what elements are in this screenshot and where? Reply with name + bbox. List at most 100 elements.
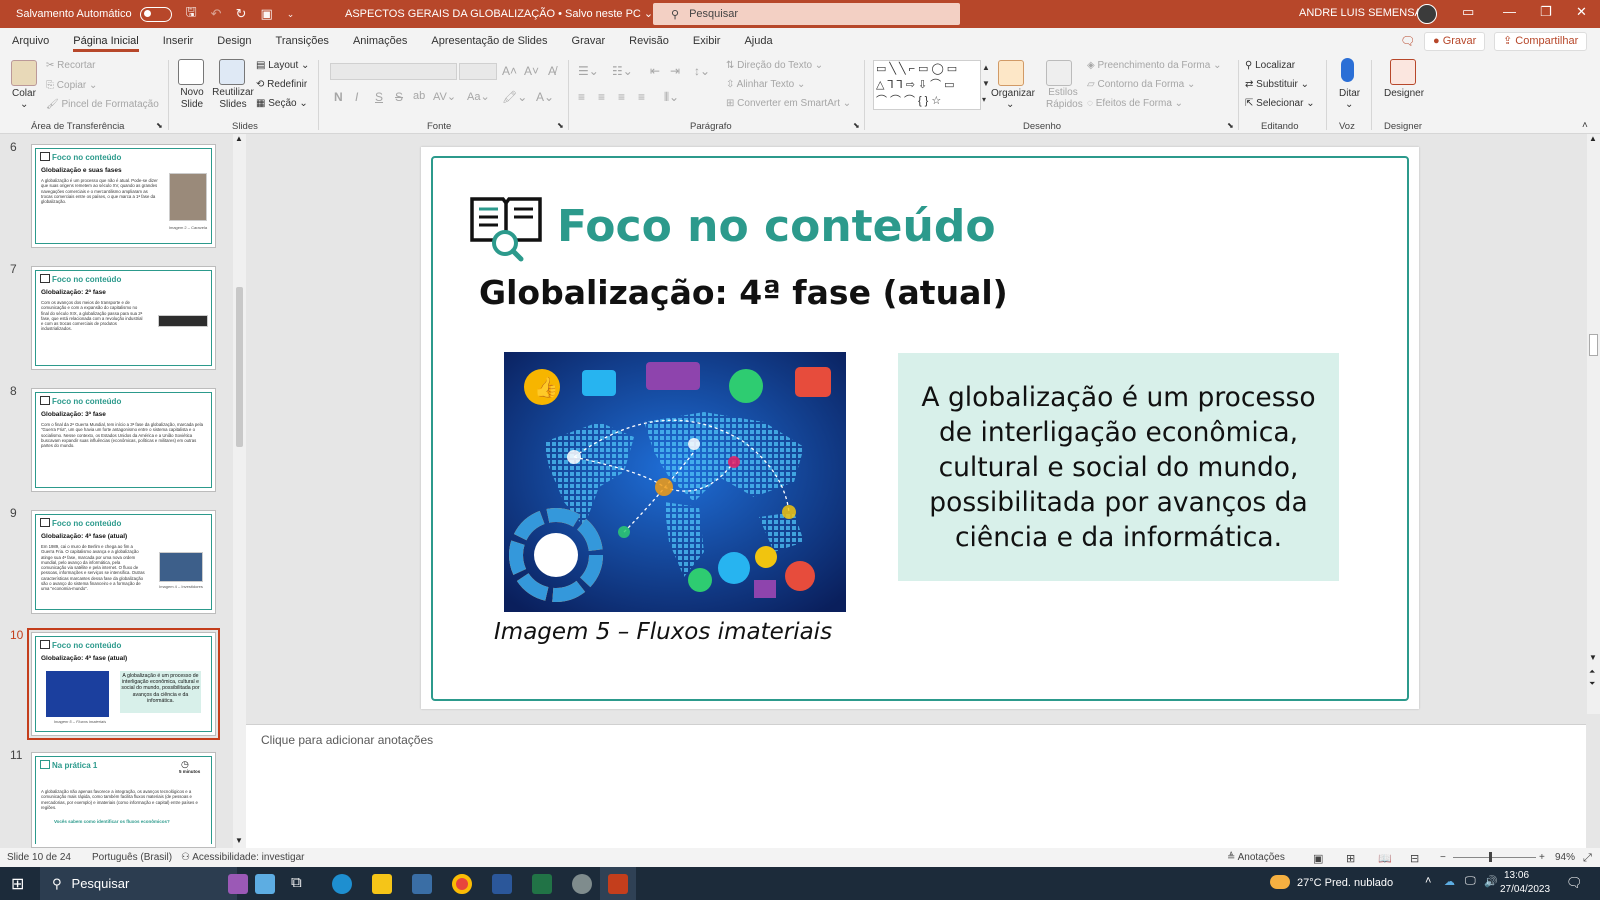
record-button[interactable]: ● Gravar xyxy=(1424,32,1486,51)
accessibility-status[interactable]: ⚇ Acessibilidade: investigar xyxy=(181,852,304,863)
save-icon[interactable]: 🖫 xyxy=(186,3,197,25)
slide-scrollbar[interactable]: ▲ ▼ ⏶ ⏷ xyxy=(1587,134,1600,714)
slide-text-box[interactable]: A globalização é um processo de interlig… xyxy=(898,353,1339,581)
normal-view-icon[interactable]: ▣ xyxy=(1313,852,1323,865)
image-caption[interactable]: Imagem 5 – Fluxos imateriais xyxy=(494,619,832,645)
underline-button[interactable]: S xyxy=(375,90,383,104)
settings-app-icon[interactable] xyxy=(572,874,592,894)
scroll-up-icon[interactable]: ▲ xyxy=(235,134,243,143)
shape-effects-button[interactable]: ◌ Efeitos de Forma ⌄ xyxy=(1087,98,1183,109)
scroll-down-icon[interactable]: ▼ xyxy=(235,836,243,845)
excel-icon[interactable] xyxy=(532,874,552,894)
tab-transicoes[interactable]: Transições xyxy=(264,28,341,54)
quick-styles-icon[interactable] xyxy=(1046,60,1072,86)
columns-icon[interactable]: ⫴⌄ xyxy=(664,90,679,105)
zoom-in-icon[interactable]: + xyxy=(1539,852,1545,863)
char-spacing-icon[interactable]: AV⌄ xyxy=(433,90,456,103)
zoom-slider-handle[interactable] xyxy=(1489,852,1492,862)
widget-icon[interactable] xyxy=(255,874,275,894)
align-text-button[interactable]: ⇳ Alinhar Texto ⌄ xyxy=(726,79,805,90)
powerpoint-taskbar-button[interactable] xyxy=(600,867,636,900)
present-icon[interactable]: ▣ xyxy=(260,6,272,22)
find-button[interactable]: ⚲ Localizar xyxy=(1245,60,1295,71)
reading-view-icon[interactable]: 📖 xyxy=(1378,852,1392,865)
zoom-slider[interactable] xyxy=(1453,857,1536,858)
weather-text[interactable]: 27°C Pred. nublado xyxy=(1297,877,1393,889)
paste-button[interactable]: Colar xyxy=(12,88,36,99)
clock-time[interactable]: 13:06 xyxy=(1504,870,1529,881)
windows-start-icon[interactable]: ⊞ xyxy=(11,874,24,894)
maximize-icon[interactable]: ❐ xyxy=(1540,4,1552,20)
reuse-slides-icon[interactable] xyxy=(219,59,245,85)
drawing-launcher-icon[interactable]: ⬊ xyxy=(1227,121,1234,130)
tab-pagina-inicial[interactable]: Página Inicial xyxy=(61,28,150,54)
text-direction-button[interactable]: ⇅ Direção do Texto ⌄ xyxy=(726,60,823,71)
tab-ajuda[interactable]: Ajuda xyxy=(732,28,784,54)
thumbnail-slide-6[interactable]: Foco no conteúdo Globalização e suas fas… xyxy=(31,144,216,248)
clock-date[interactable]: 27/04/2023 xyxy=(1500,884,1550,895)
customize-qa-icon[interactable]: ⌄ xyxy=(287,9,295,20)
tab-gravar[interactable]: Gravar xyxy=(560,28,618,54)
font-color-icon[interactable]: A⌄ xyxy=(536,90,554,104)
paragraph-launcher-icon[interactable]: ⬊ xyxy=(853,121,860,130)
scroll-thumb[interactable] xyxy=(1589,334,1598,356)
strike-button[interactable]: S xyxy=(395,90,403,104)
edge-icon[interactable] xyxy=(332,874,352,894)
tab-design[interactable]: Design xyxy=(205,28,263,54)
paste-dropdown-icon[interactable]: ⌄ xyxy=(20,99,28,110)
minimize-icon[interactable]: — xyxy=(1503,4,1516,19)
tab-revisao[interactable]: Revisão xyxy=(617,28,681,54)
shape-outline-button[interactable]: ▱ Contorno da Forma ⌄ xyxy=(1087,79,1195,90)
align-left-icon[interactable]: ≡ xyxy=(578,90,585,104)
collapse-ribbon-icon[interactable]: ˄ xyxy=(1582,120,1588,131)
task-view-icon[interactable]: ⧉ xyxy=(291,874,302,891)
dictate-button[interactable]: Ditar xyxy=(1339,88,1360,99)
thumbnail-slide-7[interactable]: Foco no conteúdo Globalização: 2ª fase C… xyxy=(31,266,216,370)
tab-arquivo[interactable]: Arquivo xyxy=(0,28,61,54)
paste-icon[interactable] xyxy=(11,60,37,86)
thumbnails-scrollbar[interactable]: ▲ ▼ xyxy=(233,134,246,848)
fit-slide-icon[interactable]: ⤢ xyxy=(1583,852,1592,865)
thumbnail-slide-11[interactable]: Na prática 1 ◷ 5 minutos A globalização … xyxy=(31,752,216,848)
volume-icon[interactable]: 🔊 xyxy=(1484,875,1498,888)
font-launcher-icon[interactable]: ⬊ xyxy=(557,121,564,130)
notifications-icon[interactable]: 🗨 xyxy=(1566,875,1583,891)
new-slide-button[interactable]: Novo Slide xyxy=(178,87,206,111)
justify-icon[interactable]: ≡ xyxy=(638,90,645,104)
thumbnail-slide-10[interactable]: Foco no conteúdo Globalização: 4ª fase (… xyxy=(27,628,220,740)
shadow-button[interactable]: ab xyxy=(413,90,425,102)
notes-pane[interactable]: Clique para adicionar anotações xyxy=(246,724,1586,848)
avatar[interactable] xyxy=(1417,4,1437,24)
arrange-button[interactable]: Organizar xyxy=(991,88,1035,99)
network-icon[interactable]: 🖵 xyxy=(1465,875,1476,888)
dictate-dropdown-icon[interactable]: ⌄ xyxy=(1345,99,1353,110)
notes-toggle[interactable]: ≜ Anotações xyxy=(1227,852,1285,863)
tab-animacoes[interactable]: Animações xyxy=(341,28,419,54)
store-icon[interactable] xyxy=(412,874,432,894)
highlight-icon[interactable]: 🖍⌄ xyxy=(502,90,527,104)
tab-inserir[interactable]: Inserir xyxy=(151,28,206,54)
scroll-up-icon[interactable]: ▲ xyxy=(1589,134,1597,143)
undo-icon[interactable]: ↶ xyxy=(211,6,222,22)
smartart-button[interactable]: ⊞ Converter em SmartArt ⌄ xyxy=(726,98,851,109)
indent-decrease-icon[interactable]: ⇤ xyxy=(650,64,660,78)
font-name-select[interactable] xyxy=(330,63,457,80)
onedrive-icon[interactable]: ☁ xyxy=(1444,875,1455,888)
redo-icon[interactable]: ↻ xyxy=(236,6,247,22)
align-center-icon[interactable]: ≡ xyxy=(598,90,605,104)
widget-icon[interactable] xyxy=(228,874,248,894)
comments-icon[interactable]: 🗨 xyxy=(1400,34,1415,48)
arrange-icon[interactable] xyxy=(998,60,1024,86)
next-slide-icon[interactable]: ⏷ xyxy=(1589,679,1595,689)
autosave-toggle[interactable] xyxy=(139,6,172,22)
designer-icon[interactable] xyxy=(1390,59,1416,85)
change-case-icon[interactable]: Aa⌄ xyxy=(467,90,490,103)
microphone-icon[interactable] xyxy=(1341,58,1354,82)
shape-fill-button[interactable]: ◈ Preenchimento da Forma ⌄ xyxy=(1087,60,1221,71)
share-button[interactable]: ⇪ Compartilhar xyxy=(1494,32,1588,51)
increase-font-icon[interactable]: A˄ xyxy=(502,64,517,78)
copy-button[interactable]: ⎘ Copiar ⌄ xyxy=(46,80,97,91)
decrease-font-icon[interactable]: A˅ xyxy=(524,64,539,78)
arrange-dropdown-icon[interactable]: ⌄ xyxy=(1006,99,1014,110)
current-slide[interactable]: Foco no conteúdo Globalização: 4ª fase (… xyxy=(421,147,1419,709)
